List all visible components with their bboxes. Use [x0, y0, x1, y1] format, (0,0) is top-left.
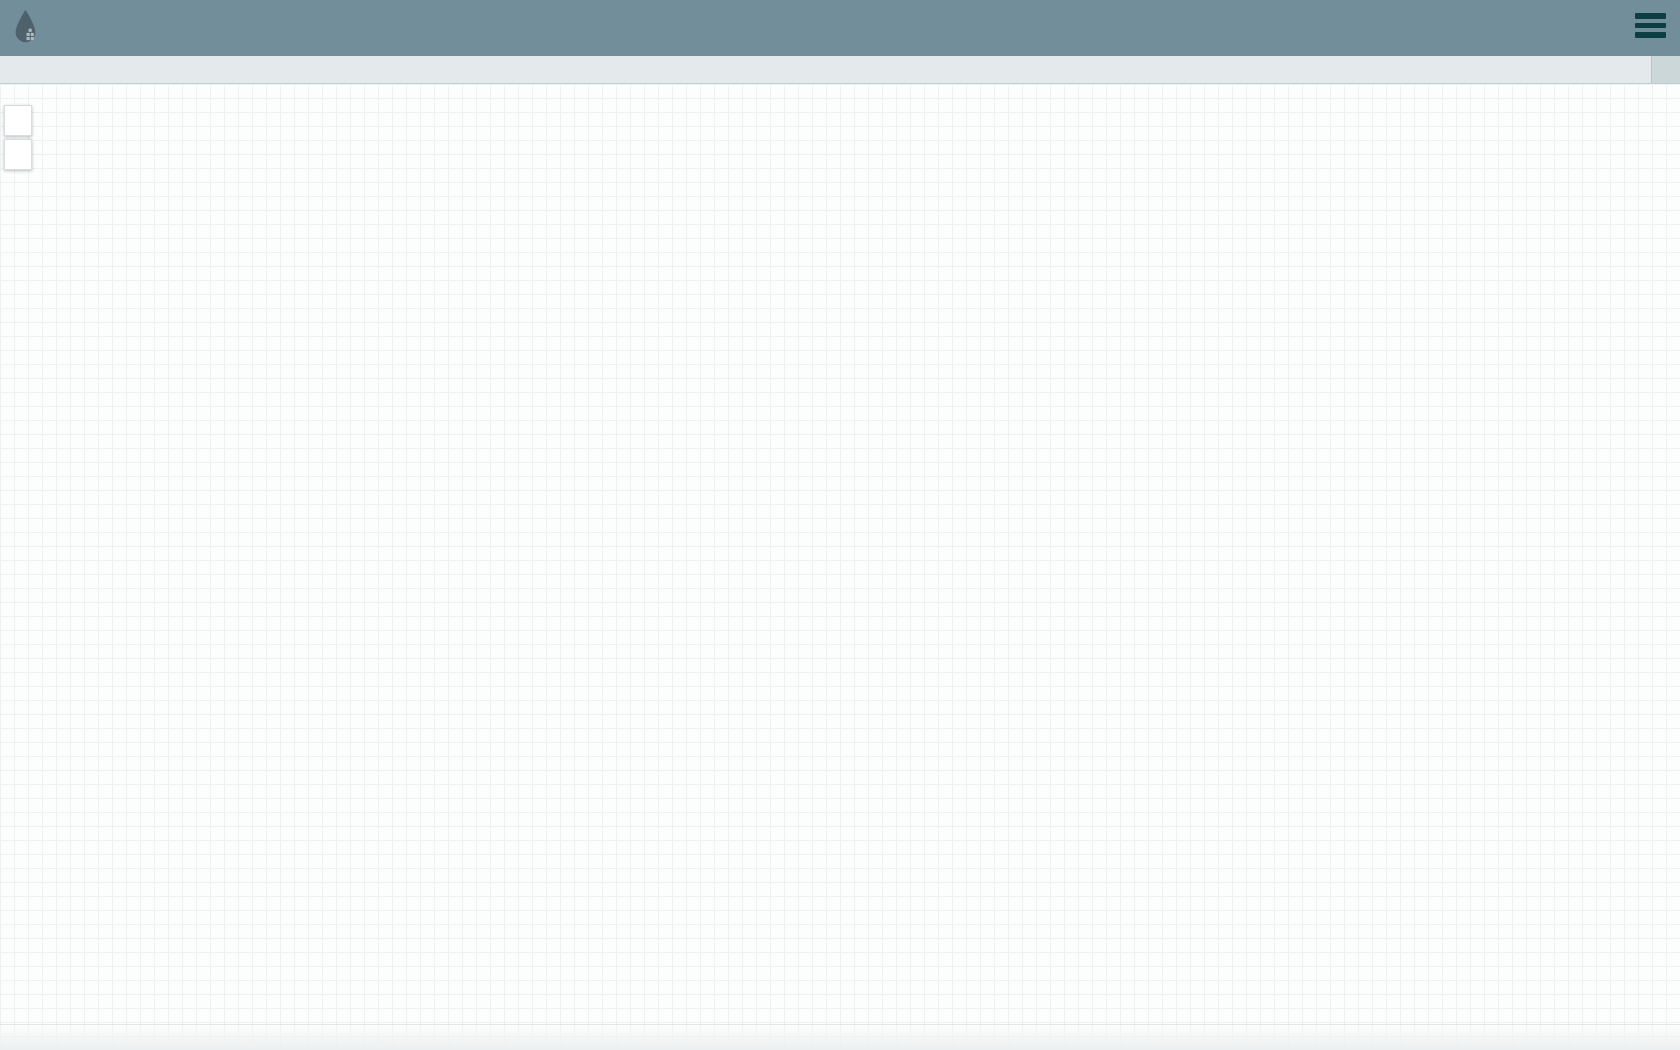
app-header [0, 0, 1680, 56]
global-menu-button[interactable] [1635, 13, 1666, 42]
refresh-icon[interactable] [30, 62, 45, 77]
nifi-logo [10, 6, 39, 50]
breadcrumb-bar [0, 1024, 1680, 1050]
nifi-drop-icon [12, 9, 39, 47]
flow-status-bar [0, 56, 1680, 84]
search-button[interactable] [1617, 56, 1651, 83]
operate-palette-button[interactable] [4, 139, 32, 170]
last-refreshed [30, 62, 53, 77]
connection-edges [0, 84, 1680, 1050]
flow-canvas[interactable] [0, 84, 1680, 1050]
navigate-palette-button[interactable] [4, 105, 32, 136]
flow-spec-button[interactable] [1651, 56, 1680, 83]
